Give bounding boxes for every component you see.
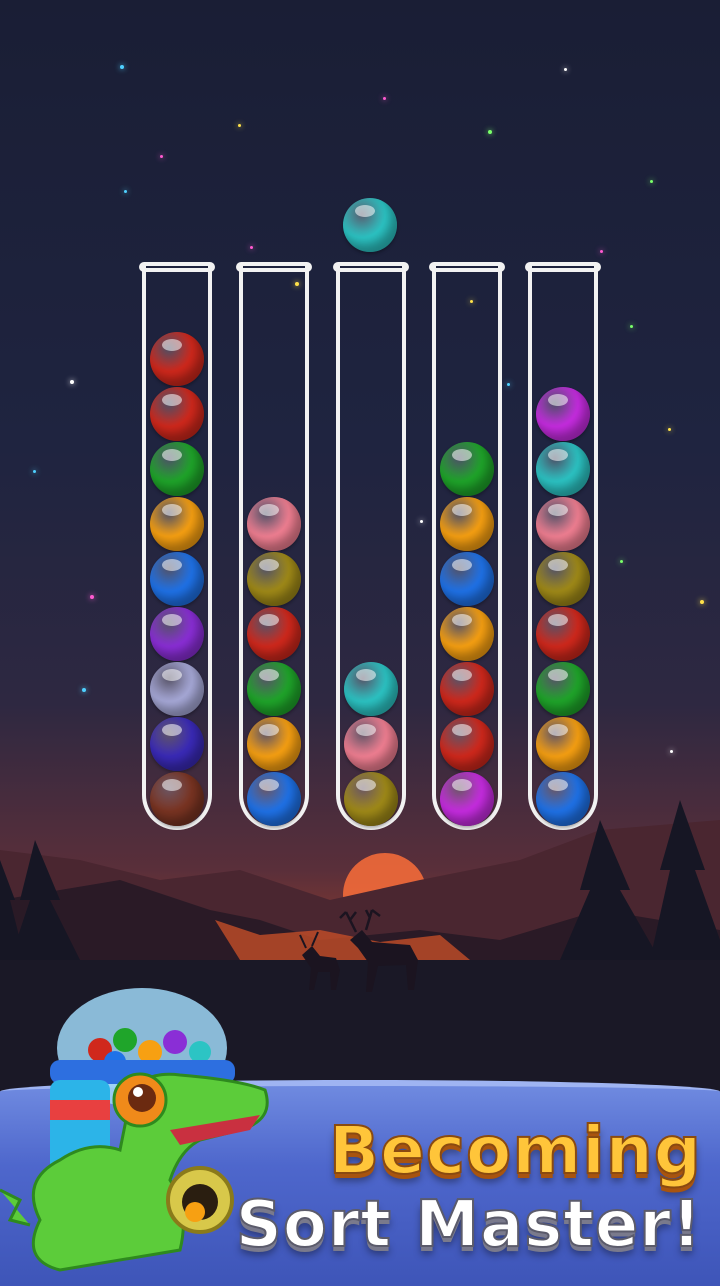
ball-pink — [536, 497, 590, 551]
ball-red — [440, 662, 494, 716]
ball-red — [150, 387, 204, 441]
ball-orange — [150, 497, 204, 551]
ball-purple — [150, 607, 204, 661]
ball-orange — [247, 717, 301, 771]
ball-olive — [247, 552, 301, 606]
ball-lavender — [150, 662, 204, 716]
ball-green — [440, 442, 494, 496]
ball-pink — [344, 717, 398, 771]
ball-brown — [150, 772, 204, 826]
ball-red — [536, 607, 590, 661]
promo-title-line2: Sort Master! — [235, 1187, 702, 1263]
ball-indigo — [150, 717, 204, 771]
ball-cyan — [536, 442, 590, 496]
ball-magenta — [536, 387, 590, 441]
ball-blue — [440, 552, 494, 606]
promo-title-line1: Becoming — [328, 1111, 702, 1190]
ball-olive — [344, 772, 398, 826]
ball-red — [440, 717, 494, 771]
ball-blue — [150, 552, 204, 606]
ball-olive — [536, 552, 590, 606]
ball-green — [536, 662, 590, 716]
ball-cyan — [344, 662, 398, 716]
ball-green — [247, 662, 301, 716]
ball-red — [150, 332, 204, 386]
held-ball[interactable] — [343, 198, 397, 252]
ball-red — [247, 607, 301, 661]
ball-orange — [440, 497, 494, 551]
ball-green — [150, 442, 204, 496]
ball-orange — [536, 717, 590, 771]
ball-blue — [247, 772, 301, 826]
ball-orange — [440, 607, 494, 661]
ball-blue — [536, 772, 590, 826]
ball-magenta — [440, 772, 494, 826]
ball-pink — [247, 497, 301, 551]
game-scene: Becoming Sort Master! — [0, 0, 720, 1286]
